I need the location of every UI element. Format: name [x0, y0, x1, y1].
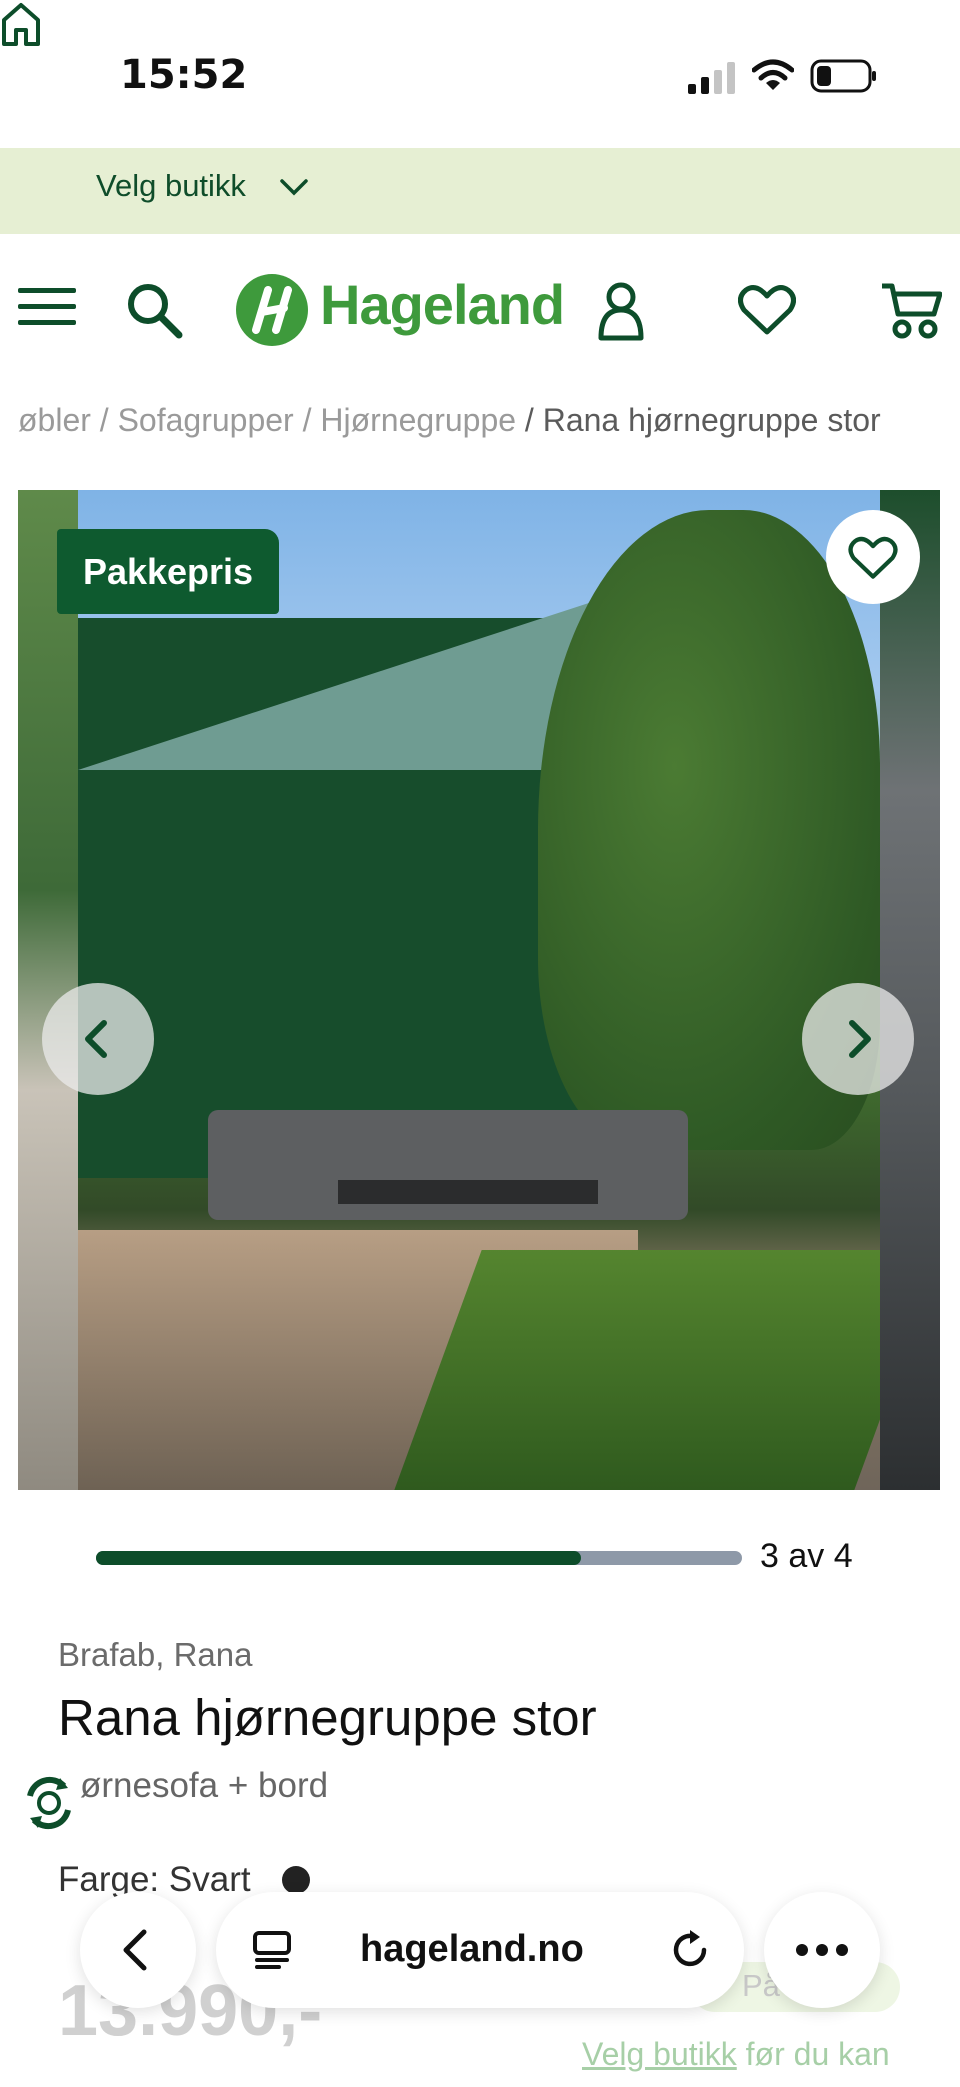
hamburger-menu-icon[interactable] — [18, 286, 76, 328]
cellular-signal-icon — [688, 62, 735, 94]
favorite-button[interactable] — [826, 510, 920, 604]
product-subtitle: ørnesofa + bord — [80, 1766, 329, 1805]
product-title: Rana hjørnegruppe stor — [58, 1689, 597, 1746]
address-bar-url[interactable]: hageland.no — [360, 1928, 584, 1971]
photo-table — [338, 1180, 598, 1204]
breadcrumb: øbler / Sofagrupper / Hjørnegruppe / Ran… — [18, 402, 881, 439]
store-home-icon — [2, 3, 40, 46]
photo-lawn — [394, 1250, 940, 1490]
next-image-button[interactable] — [802, 983, 914, 1095]
chevron-left-icon — [123, 1929, 147, 1971]
wifi-icon — [752, 59, 794, 90]
choose-store-link[interactable]: Velg butikk — [582, 2036, 737, 2072]
photo-roof — [78, 600, 598, 770]
status-time: 15:52 — [120, 52, 248, 98]
cart-icon[interactable] — [880, 282, 942, 340]
hageland-logo-icon[interactable] — [232, 270, 312, 350]
browser-more-button[interactable] — [764, 1892, 880, 2008]
previous-image-button[interactable] — [42, 983, 154, 1095]
gallery-progress-fill — [96, 1551, 581, 1565]
battery-icon — [810, 59, 876, 93]
search-icon[interactable] — [124, 280, 184, 340]
breadcrumb-current: Rana hjørnegruppe stor — [542, 402, 881, 438]
browser-back-button[interactable] — [80, 1892, 196, 2008]
package-price-badge: Pakkepris — [57, 529, 279, 614]
breadcrumb-separator: / — [302, 402, 312, 438]
more-options-icon — [796, 1944, 848, 1956]
logo-wordmark[interactable]: Hageland — [320, 272, 565, 337]
breadcrumb-item[interactable]: øbler — [18, 402, 91, 438]
recycle-icon[interactable] — [16, 1770, 82, 1836]
gallery-position-text: 3 av 4 — [760, 1537, 853, 1575]
store-selector-label[interactable]: Velg butikk — [96, 168, 246, 204]
chevron-left-icon — [85, 1020, 107, 1058]
product-image-gallery[interactable] — [18, 490, 940, 1490]
chevron-down-icon — [280, 179, 308, 196]
breadcrumb-separator: / — [524, 402, 534, 438]
wishlist-heart-icon[interactable] — [738, 284, 796, 336]
product-brand[interactable]: Brafab, Rana — [58, 1636, 252, 1674]
store-note: Velg butikk før du kan — [582, 2036, 890, 2073]
reader-mode-icon[interactable] — [252, 1930, 292, 1970]
next-image-peek — [880, 490, 940, 1490]
chevron-right-icon — [849, 1020, 871, 1058]
breadcrumb-item[interactable]: Sofagrupper — [118, 402, 294, 438]
store-note-text: før du kan — [745, 2036, 890, 2072]
heart-icon — [848, 536, 898, 579]
breadcrumb-item[interactable]: Hjørnegruppe — [320, 402, 516, 438]
color-swatch[interactable] — [282, 1866, 310, 1894]
breadcrumb-separator: / — [99, 402, 109, 438]
reload-icon[interactable] — [668, 1928, 712, 1972]
user-account-icon[interactable] — [596, 280, 646, 342]
